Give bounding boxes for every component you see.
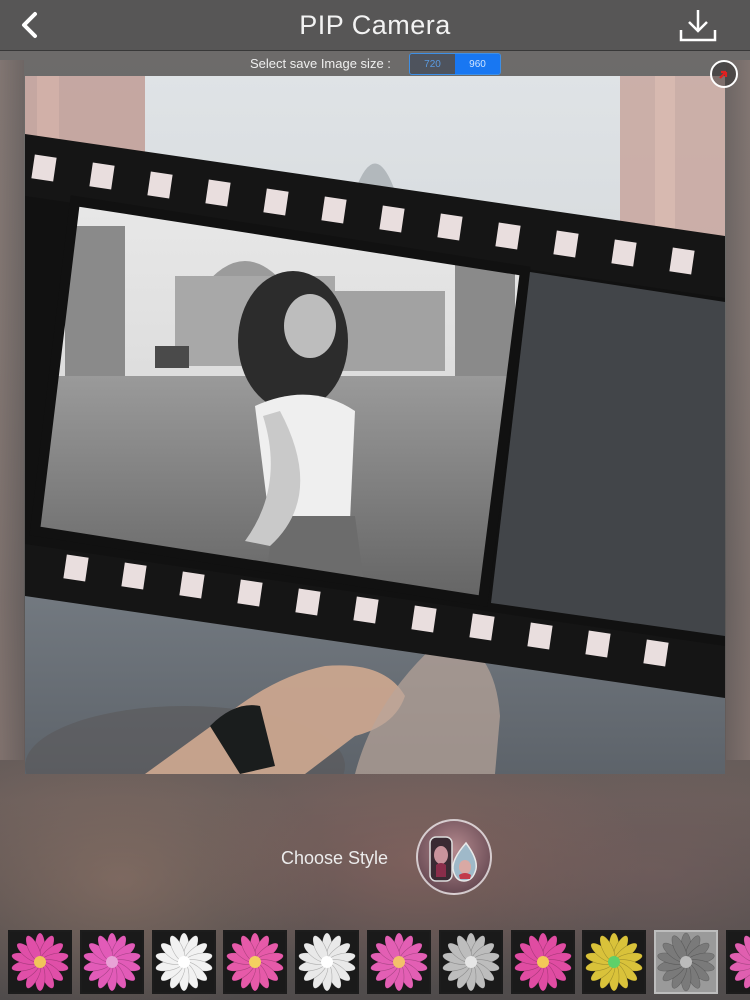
flower-icon [370, 932, 428, 992]
photo-canvas[interactable] [25, 76, 725, 774]
flower-icon [226, 932, 285, 992]
background-pillar-left [0, 60, 24, 760]
frame-thumbnail[interactable] [223, 930, 288, 994]
flower-icon [11, 932, 69, 992]
background-pillar-right [726, 60, 750, 760]
info-button[interactable] [710, 60, 738, 88]
frame-thumbnail[interactable] [582, 930, 647, 994]
frame-thumbnail[interactable] [438, 930, 503, 994]
save-size-label: Select save Image size : [250, 56, 391, 71]
top-bar: PIP Camera [0, 0, 750, 51]
flower-icon [442, 932, 500, 992]
frame-thumbnail[interactable] [295, 930, 360, 994]
frame-thumbnail[interactable] [151, 930, 216, 994]
frame-thumbnail[interactable] [367, 930, 431, 994]
choose-style-label: Choose Style [281, 848, 389, 868]
download-icon [679, 10, 717, 42]
flower-icon [83, 932, 141, 992]
save-size-row: Select save Image size : 720 960 [0, 52, 750, 76]
frame-thumbnail[interactable] [510, 930, 575, 994]
flower-icon [513, 932, 572, 992]
choose-style-button[interactable] [416, 819, 492, 895]
save-size-toggle: 720 960 [409, 53, 501, 75]
flower-icon [298, 932, 356, 992]
frame-thumbnail[interactable] [726, 930, 750, 994]
flower-icon [585, 932, 644, 992]
frame-strip [0, 930, 750, 998]
size-option-720[interactable]: 720 [410, 54, 455, 74]
info-icon [719, 70, 728, 79]
flower-icon [154, 932, 213, 992]
frame-thumbnail[interactable] [654, 930, 719, 994]
frame-thumbnail[interactable] [8, 930, 72, 994]
pip-composition [25, 76, 725, 774]
flower-icon [729, 935, 750, 989]
size-option-960[interactable]: 960 [455, 54, 500, 74]
download-button[interactable] [676, 6, 720, 46]
frame-thumbnail[interactable] [79, 930, 144, 994]
page-title: PIP Camera [299, 10, 451, 40]
flower-icon [657, 932, 715, 992]
style-preview-icon [429, 836, 478, 882]
